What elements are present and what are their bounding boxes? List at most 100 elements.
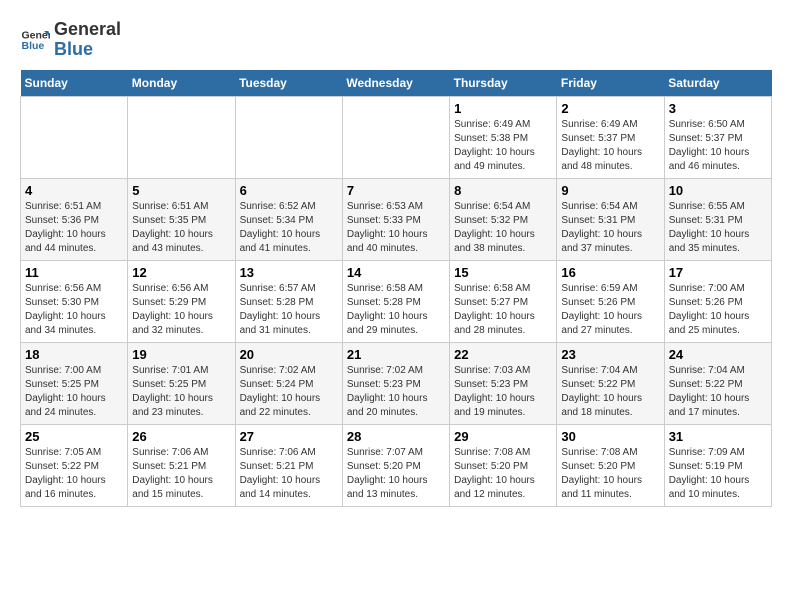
day-info: Sunrise: 6:50 AM Sunset: 5:37 PM Dayligh… — [669, 118, 767, 174]
calendar-cell: 5Sunrise: 6:51 AM Sunset: 5:35 PM Daylig… — [128, 178, 235, 260]
calendar-cell — [21, 96, 128, 178]
day-number: 2 — [561, 101, 659, 116]
calendar-cell: 26 Sunrise: 7:06 AM Sunset: 5:21 PM Dayli… — [128, 424, 235, 506]
weekday-header-friday: Friday — [557, 70, 664, 97]
day-info: Sunrise: 7:00 AM Sunset: 5:25 PM Dayligh… — [25, 364, 123, 420]
calendar-cell: 15 Sunrise: 6:58 AM Sunset: 5:27 PM Dayli… — [450, 260, 557, 342]
day-number: 15 — [454, 265, 552, 280]
weekday-header-wednesday: Wednesday — [342, 70, 449, 97]
day-number: 23 — [561, 347, 659, 362]
day-number: 13 — [240, 265, 338, 280]
weekday-header-monday: Monday — [128, 70, 235, 97]
calendar-cell: 28 Sunrise: 7:07 AM Sunset: 5:20 PM Dayli… — [342, 424, 449, 506]
day-number: 19 — [132, 347, 230, 362]
logo: General Blue General Blue — [20, 20, 121, 60]
calendar-cell: 6 Sunrise: 6:52 AM Sunset: 5:34 PM Daylig… — [235, 178, 342, 260]
day-number: 14 — [347, 265, 445, 280]
calendar-cell: 12 Sunrise: 6:56 AM Sunset: 5:29 PM Dayli… — [128, 260, 235, 342]
day-info: Sunrise: 6:54 AM Sunset: 5:31 PM Dayligh… — [561, 200, 659, 256]
day-number: 10 — [669, 183, 767, 198]
day-number: 3 — [669, 101, 767, 116]
calendar-table: SundayMondayTuesdayWednesdayThursdayFrid… — [20, 70, 772, 507]
calendar-cell — [235, 96, 342, 178]
day-number: 16 — [561, 265, 659, 280]
day-number: 21 — [347, 347, 445, 362]
logo-icon: General Blue — [20, 25, 50, 55]
day-info: Sunrise: 6:58 AM Sunset: 5:27 PM Dayligh… — [454, 282, 552, 338]
day-info: Sunrise: 7:02 AM Sunset: 5:24 PM Dayligh… — [240, 364, 338, 420]
day-info: Sunrise: 6:56 AM Sunset: 5:30 PM Dayligh… — [25, 282, 123, 338]
day-info: Sunrise: 7:08 AM Sunset: 5:20 PM Dayligh… — [454, 446, 552, 502]
day-number: 22 — [454, 347, 552, 362]
day-number: 12 — [132, 265, 230, 280]
day-number: 11 — [25, 265, 123, 280]
day-number: 28 — [347, 429, 445, 444]
calendar-cell: 30 Sunrise: 7:08 AM Sunset: 5:20 PM Dayli… — [557, 424, 664, 506]
day-number: 8 — [454, 183, 552, 198]
calendar-cell: 13Sunrise: 6:57 AM Sunset: 5:28 PM Dayli… — [235, 260, 342, 342]
page-header: General Blue General Blue — [20, 20, 772, 60]
calendar-cell: 16 Sunrise: 6:59 AM Sunset: 5:26 PM Dayli… — [557, 260, 664, 342]
day-number: 27 — [240, 429, 338, 444]
calendar-cell: 31 Sunrise: 7:09 AM Sunset: 5:19 PM Dayli… — [664, 424, 771, 506]
day-info: Sunrise: 6:49 AM Sunset: 5:38 PM Dayligh… — [454, 118, 552, 174]
calendar-header: SundayMondayTuesdayWednesdayThursdayFrid… — [21, 70, 772, 97]
calendar-cell: 10 Sunrise: 6:55 AM Sunset: 5:31 PM Dayli… — [664, 178, 771, 260]
calendar-cell: 24 Sunrise: 7:04 AM Sunset: 5:22 PM Dayli… — [664, 342, 771, 424]
day-info: Sunrise: 7:04 AM Sunset: 5:22 PM Dayligh… — [561, 364, 659, 420]
calendar-cell: 1 Sunrise: 6:49 AM Sunset: 5:38 PM Daylig… — [450, 96, 557, 178]
calendar-cell: 27 Sunrise: 7:06 AM Sunset: 5:21 PM Dayli… — [235, 424, 342, 506]
calendar-cell: 2 Sunrise: 6:49 AM Sunset: 5:37 PM Daylig… — [557, 96, 664, 178]
day-number: 26 — [132, 429, 230, 444]
calendar-cell: 18 Sunrise: 7:00 AM Sunset: 5:25 PM Dayli… — [21, 342, 128, 424]
day-info: Sunrise: 6:59 AM Sunset: 5:26 PM Dayligh… — [561, 282, 659, 338]
weekday-header-thursday: Thursday — [450, 70, 557, 97]
day-number: 1 — [454, 101, 552, 116]
day-info: Sunrise: 7:03 AM Sunset: 5:23 PM Dayligh… — [454, 364, 552, 420]
day-info: Sunrise: 6:52 AM Sunset: 5:34 PM Dayligh… — [240, 200, 338, 256]
day-number: 24 — [669, 347, 767, 362]
calendar-cell: 3 Sunrise: 6:50 AM Sunset: 5:37 PM Daylig… — [664, 96, 771, 178]
day-info: Sunrise: 6:58 AM Sunset: 5:28 PM Dayligh… — [347, 282, 445, 338]
day-number: 29 — [454, 429, 552, 444]
day-number: 9 — [561, 183, 659, 198]
day-info: Sunrise: 7:00 AM Sunset: 5:26 PM Dayligh… — [669, 282, 767, 338]
weekday-header-sunday: Sunday — [21, 70, 128, 97]
calendar-cell: 8 Sunrise: 6:54 AM Sunset: 5:32 PM Daylig… — [450, 178, 557, 260]
day-info: Sunrise: 7:02 AM Sunset: 5:23 PM Dayligh… — [347, 364, 445, 420]
day-info: Sunrise: 6:56 AM Sunset: 5:29 PM Dayligh… — [132, 282, 230, 338]
svg-text:Blue: Blue — [22, 40, 45, 52]
day-number: 31 — [669, 429, 767, 444]
calendar-cell: 14 Sunrise: 6:58 AM Sunset: 5:28 PM Dayli… — [342, 260, 449, 342]
calendar-cell: 25 Sunrise: 7:05 AM Sunset: 5:22 PM Dayli… — [21, 424, 128, 506]
day-info: Sunrise: 7:06 AM Sunset: 5:21 PM Dayligh… — [132, 446, 230, 502]
day-number: 25 — [25, 429, 123, 444]
day-number: 4 — [25, 183, 123, 198]
calendar-cell: 4Sunrise: 6:51 AM Sunset: 5:36 PM Daylig… — [21, 178, 128, 260]
calendar-cell — [128, 96, 235, 178]
day-number: 17 — [669, 265, 767, 280]
day-info: Sunrise: 7:06 AM Sunset: 5:21 PM Dayligh… — [240, 446, 338, 502]
calendar-cell — [342, 96, 449, 178]
calendar-cell: 7Sunrise: 6:53 AM Sunset: 5:33 PM Daylig… — [342, 178, 449, 260]
day-info: Sunrise: 7:01 AM Sunset: 5:25 PM Dayligh… — [132, 364, 230, 420]
day-info: Sunrise: 6:55 AM Sunset: 5:31 PM Dayligh… — [669, 200, 767, 256]
day-number: 18 — [25, 347, 123, 362]
day-info: Sunrise: 6:54 AM Sunset: 5:32 PM Dayligh… — [454, 200, 552, 256]
day-info: Sunrise: 6:51 AM Sunset: 5:35 PM Dayligh… — [132, 200, 230, 256]
day-info: Sunrise: 6:49 AM Sunset: 5:37 PM Dayligh… — [561, 118, 659, 174]
day-info: Sunrise: 7:08 AM Sunset: 5:20 PM Dayligh… — [561, 446, 659, 502]
day-number: 20 — [240, 347, 338, 362]
calendar-cell: 20 Sunrise: 7:02 AM Sunset: 5:24 PM Dayli… — [235, 342, 342, 424]
day-info: Sunrise: 7:09 AM Sunset: 5:19 PM Dayligh… — [669, 446, 767, 502]
day-number: 6 — [240, 183, 338, 198]
day-number: 30 — [561, 429, 659, 444]
day-info: Sunrise: 7:07 AM Sunset: 5:20 PM Dayligh… — [347, 446, 445, 502]
day-info: Sunrise: 7:04 AM Sunset: 5:22 PM Dayligh… — [669, 364, 767, 420]
calendar-cell: 19 Sunrise: 7:01 AM Sunset: 5:25 PM Dayli… — [128, 342, 235, 424]
weekday-header-saturday: Saturday — [664, 70, 771, 97]
calendar-cell: 9 Sunrise: 6:54 AM Sunset: 5:31 PM Daylig… — [557, 178, 664, 260]
calendar-cell: 23 Sunrise: 7:04 AM Sunset: 5:22 PM Dayli… — [557, 342, 664, 424]
day-info: Sunrise: 7:05 AM Sunset: 5:22 PM Dayligh… — [25, 446, 123, 502]
calendar-cell: 21 Sunrise: 7:02 AM Sunset: 5:23 PM Dayli… — [342, 342, 449, 424]
